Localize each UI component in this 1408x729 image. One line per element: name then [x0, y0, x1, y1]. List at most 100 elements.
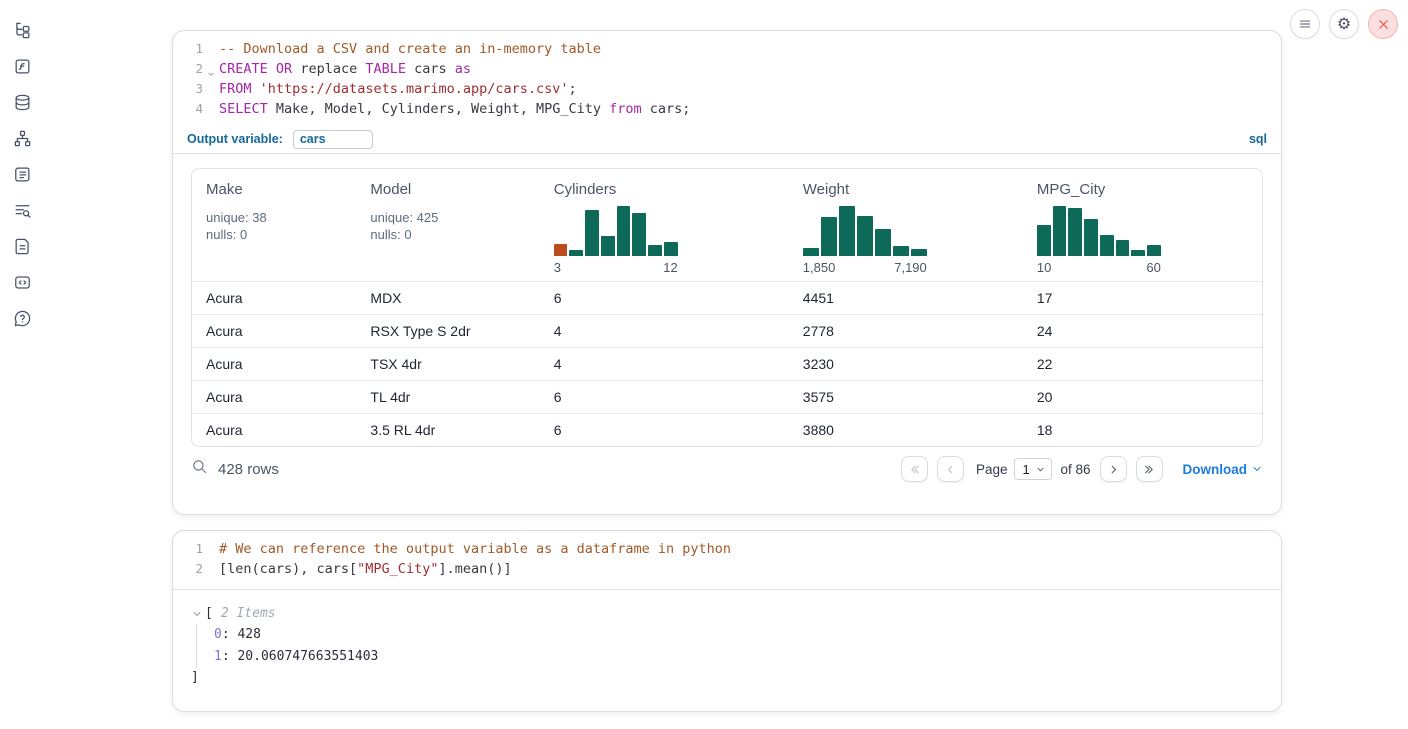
table-cell[interactable]: Acura [192, 356, 356, 372]
python-cell: 1# We can reference the output variable … [172, 530, 1282, 712]
download-button[interactable]: Download [1183, 462, 1264, 477]
table-cell[interactable]: 4 [540, 323, 789, 339]
table-row[interactable]: AcuraTL 4dr6357520 [192, 380, 1262, 413]
histogram-range-labels: 312 [554, 260, 678, 275]
column-histogram[interactable]: 1,8507,190 [803, 206, 927, 275]
code-line[interactable]: 2CREATE OR replace TABLE cars as [173, 59, 1281, 79]
histogram-bar [1053, 206, 1067, 256]
histogram-bar [1084, 219, 1098, 256]
shutdown-button[interactable] [1368, 9, 1398, 39]
histogram-bar [1068, 208, 1082, 256]
tree-items-count: 2 Items [221, 604, 276, 624]
histogram-bar [821, 217, 837, 256]
topbar-actions: ⚙ [1290, 9, 1398, 39]
page-total-label: of 86 [1060, 462, 1090, 477]
histogram-bar [601, 236, 615, 256]
column-histogram[interactable]: 312 [554, 206, 678, 275]
datasources-icon[interactable] [8, 88, 36, 116]
language-badge: sql [1249, 132, 1267, 146]
histogram-bar [893, 246, 909, 256]
code-line[interactable]: 2[len(cars), cars["MPG_City"].mean()] [173, 559, 1281, 579]
code-text: CREATE OR replace TABLE cars as [209, 59, 471, 79]
code-line[interactable]: 1# We can reference the output variable … [173, 539, 1281, 559]
tree-entry[interactable]: 1: 20.060747663551403 [214, 646, 1281, 668]
tree-entry-value: 20.060747663551403 [237, 649, 378, 664]
line-number: 1 [173, 39, 209, 59]
table-cell[interactable]: 17 [1023, 290, 1262, 306]
code-text: # We can reference the output variable a… [209, 539, 731, 559]
logs-icon[interactable] [8, 160, 36, 188]
tree-collapse-icon[interactable] [191, 608, 203, 620]
code-line[interactable]: 3FROM 'https://datasets.marimo.app/cars.… [173, 79, 1281, 99]
column-name[interactable]: Weight [803, 181, 1009, 198]
documentation-icon[interactable] [8, 232, 36, 260]
table-cell[interactable]: 24 [1023, 323, 1262, 339]
table-cell[interactable]: 4 [540, 356, 789, 372]
histogram-bar [1131, 250, 1145, 256]
table-cell[interactable]: Acura [192, 323, 356, 339]
table-cell[interactable]: TL 4dr [356, 389, 539, 405]
table-cell[interactable]: MDX [356, 290, 539, 306]
line-number: 2 [173, 59, 209, 79]
table-cell[interactable]: 6 [540, 389, 789, 405]
table-row[interactable]: Acura3.5 RL 4dr6388018 [192, 413, 1262, 446]
chevron-down-icon [1035, 464, 1046, 475]
line-number: 3 [173, 79, 209, 99]
sql-code-editor[interactable]: 1-- Download a CSV and create an in-memo… [173, 31, 1281, 125]
table-row[interactable]: AcuraMDX6445117 [192, 281, 1262, 314]
table-footer: 428 rows Page 1 of 86 Download [191, 447, 1263, 491]
table-cell[interactable]: 3.5 RL 4dr [356, 422, 539, 438]
histogram-bar [664, 242, 678, 256]
code-line[interactable]: 4SELECT Make, Model, Cylinders, Weight, … [173, 99, 1281, 119]
settings-button[interactable]: ⚙ [1329, 9, 1359, 39]
first-page-button[interactable] [901, 456, 928, 482]
table-row[interactable]: AcuraTSX 4dr4323022 [192, 347, 1262, 380]
table-cell[interactable]: 4451 [789, 290, 1023, 306]
table-cell[interactable]: 22 [1023, 356, 1262, 372]
table-cell[interactable]: 3575 [789, 389, 1023, 405]
table-cell[interactable]: Acura [192, 389, 356, 405]
column-histogram[interactable]: 1060 [1037, 206, 1161, 275]
code-text: FROM 'https://datasets.marimo.app/cars.c… [209, 79, 577, 99]
outline-search-icon[interactable] [8, 196, 36, 224]
line-number: 1 [173, 539, 209, 559]
tree-entry[interactable]: 0: 428 [214, 624, 1281, 646]
table-cell[interactable]: 3880 [789, 422, 1023, 438]
dependency-graph-icon[interactable] [8, 124, 36, 152]
code-line[interactable]: 1-- Download a CSV and create an in-memo… [173, 39, 1281, 59]
help-icon[interactable] [8, 304, 36, 332]
table-cell[interactable]: 18 [1023, 422, 1262, 438]
table-cell[interactable]: RSX Type S 2dr [356, 323, 539, 339]
next-page-button[interactable] [1100, 456, 1127, 482]
table-cell[interactable]: 3230 [789, 356, 1023, 372]
column-header-MPG_City: MPG_City 1060 [1023, 181, 1262, 275]
gear-icon: ⚙ [1337, 16, 1351, 32]
python-code-editor[interactable]: 1# We can reference the output variable … [173, 531, 1281, 585]
histogram-bar [857, 216, 873, 256]
output-variable-input[interactable] [293, 130, 373, 149]
table-cell[interactable]: TSX 4dr [356, 356, 539, 372]
tree-root-row: [ 2 Items [191, 604, 1281, 624]
previous-page-button[interactable] [937, 456, 964, 482]
column-name[interactable]: Make [206, 181, 342, 198]
table-cell[interactable]: 6 [540, 290, 789, 306]
last-page-button[interactable] [1136, 456, 1163, 482]
column-name[interactable]: Cylinders [554, 181, 775, 198]
snippets-icon[interactable] [8, 268, 36, 296]
page-select[interactable]: 1 [1014, 458, 1052, 480]
column-name[interactable]: Model [370, 181, 525, 198]
variables-icon[interactable] [8, 52, 36, 80]
histogram-bar [585, 210, 599, 256]
table-cell[interactable]: Acura [192, 422, 356, 438]
table-cell[interactable]: 6 [540, 422, 789, 438]
menu-button[interactable] [1290, 9, 1320, 39]
table-cell[interactable]: 2778 [789, 323, 1023, 339]
histogram-bar [1116, 240, 1130, 256]
table-row[interactable]: AcuraRSX Type S 2dr4277824 [192, 314, 1262, 347]
table-cell[interactable]: Acura [192, 290, 356, 306]
search-icon[interactable] [191, 458, 208, 480]
table-cell[interactable]: 20 [1023, 389, 1262, 405]
column-name[interactable]: MPG_City [1037, 181, 1248, 198]
file-tree-icon[interactable] [8, 16, 36, 44]
tree-entry-key: 1 [214, 649, 222, 664]
